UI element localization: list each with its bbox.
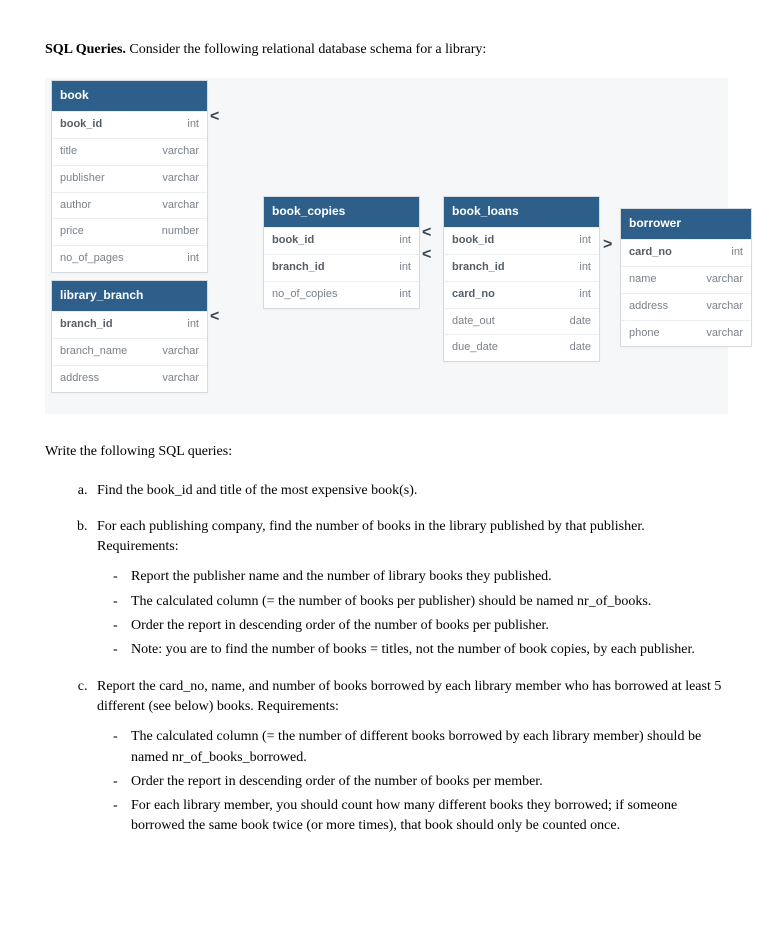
table-row: titlevarchar (52, 138, 207, 165)
table-header: borrower (621, 209, 751, 238)
table-row: no_of_copiesint (264, 281, 419, 308)
table-book: book book_idint titlevarchar publisherva… (51, 80, 208, 273)
table-row: book_idint (444, 227, 599, 254)
rel-arrow-icon: < (422, 243, 431, 266)
question-list: Find the book_id and title of the most e… (45, 481, 728, 837)
table-row: publishervarchar (52, 165, 207, 192)
table-row: card_noint (444, 281, 599, 308)
table-row: branch_idint (52, 311, 207, 338)
table-row: phonevarchar (621, 320, 751, 347)
table-row: pricenumber (52, 218, 207, 245)
intro-rest: Consider the following relational databa… (126, 42, 486, 57)
list-item: Report the publisher name and the number… (109, 567, 728, 587)
table-header: book_copies (264, 197, 419, 226)
rel-arrow-icon: < (422, 221, 431, 244)
table-header: library_branch (52, 281, 207, 310)
table-row: branch_idint (444, 254, 599, 281)
table-row: book_idint (264, 227, 419, 254)
question-c-reqs: The calculated column (= the number of d… (97, 727, 728, 836)
table-row: addressvarchar (52, 365, 207, 392)
list-item: Note: you are to find the number of book… (109, 640, 728, 660)
table-row: no_of_pagesint (52, 245, 207, 272)
table-row: date_outdate (444, 308, 599, 335)
table-header: book_loans (444, 197, 599, 226)
list-item: For each library member, you should coun… (109, 796, 728, 837)
rel-arrow-icon: < (210, 105, 219, 128)
rel-arrow-icon: > (603, 233, 612, 256)
list-item: The calculated column (= the number of d… (109, 727, 728, 768)
table-row: namevarchar (621, 266, 751, 293)
question-b-reqs: Report the publisher name and the number… (97, 567, 728, 660)
intro-bold: SQL Queries. (45, 42, 126, 57)
table-row: addressvarchar (621, 293, 751, 320)
question-b: For each publishing company, find the nu… (91, 517, 728, 661)
rel-arrow-icon: < (210, 305, 219, 328)
table-header: book (52, 81, 207, 110)
list-item: Order the report in descending order of … (109, 772, 728, 792)
table-book-loans: book_loans book_idint branch_idint card_… (443, 196, 600, 362)
list-item: The calculated column (= the number of b… (109, 592, 728, 612)
queries-intro: Write the following SQL queries: (45, 442, 728, 462)
table-library-branch: library_branch branch_idint branch_namev… (51, 280, 208, 392)
list-item: Order the report in descending order of … (109, 616, 728, 636)
table-book-copies: book_copies book_idint branch_idint no_o… (263, 196, 420, 308)
table-row: branch_namevarchar (52, 338, 207, 365)
table-row: branch_idint (264, 254, 419, 281)
table-row: book_idint (52, 111, 207, 138)
table-row: authorvarchar (52, 192, 207, 219)
question-c: Report the card_no, name, and number of … (91, 677, 728, 837)
schema-diagram: book book_idint titlevarchar publisherva… (45, 78, 728, 414)
table-borrower: borrower card_noint namevarchar addressv… (620, 208, 752, 347)
table-row: card_noint (621, 239, 751, 266)
intro-text: SQL Queries. Consider the following rela… (45, 40, 728, 60)
table-row: due_datedate (444, 334, 599, 361)
question-a: Find the book_id and title of the most e… (91, 481, 728, 501)
